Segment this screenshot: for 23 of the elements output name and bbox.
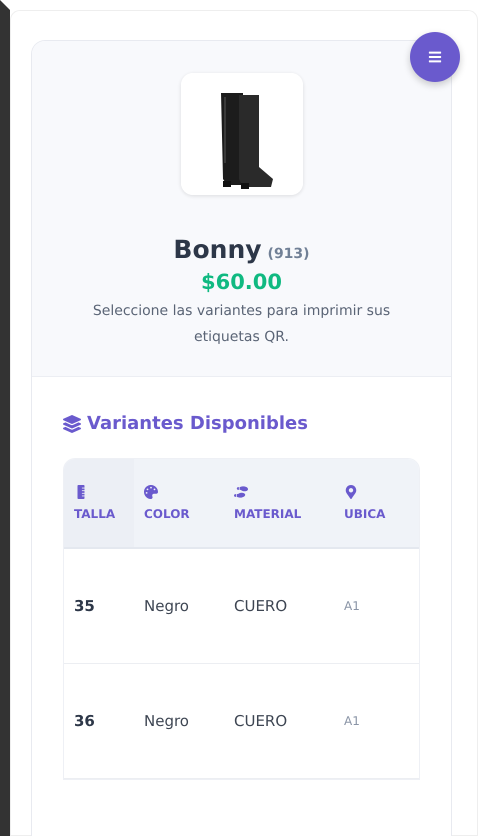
column-header: MATERIAL [234,507,302,521]
menu-button[interactable] [410,32,460,82]
product-code: (913) [268,246,310,262]
map-pin-icon [344,485,358,499]
footprints-icon [234,485,248,499]
table-cell-text: A1 [343,714,361,728]
table-cell-text: Negro [143,712,190,730]
section-title: Variantes Disponibles [87,413,308,434]
table-cell-text: CUERO [233,597,288,615]
layers-icon [63,414,81,432]
table-cell-text: 35 [73,597,96,615]
column-header: UBICA [344,507,386,521]
product-price: $60.00 [200,270,282,294]
column-header: TALLA [74,507,116,521]
palette-icon [144,485,158,499]
table-cell-text: Negro [143,597,190,615]
table-cell-text: A1 [343,599,361,613]
menu-icon [428,50,442,64]
column-header: COLOR [144,507,191,521]
table-cell-text: CUERO [233,712,288,730]
product-name: Bonny [173,235,262,264]
instruction-text: Seleccione las variantes para imprimir sus etiquetas QR. [92,302,392,347]
table-cell-text: 36 [73,712,96,730]
